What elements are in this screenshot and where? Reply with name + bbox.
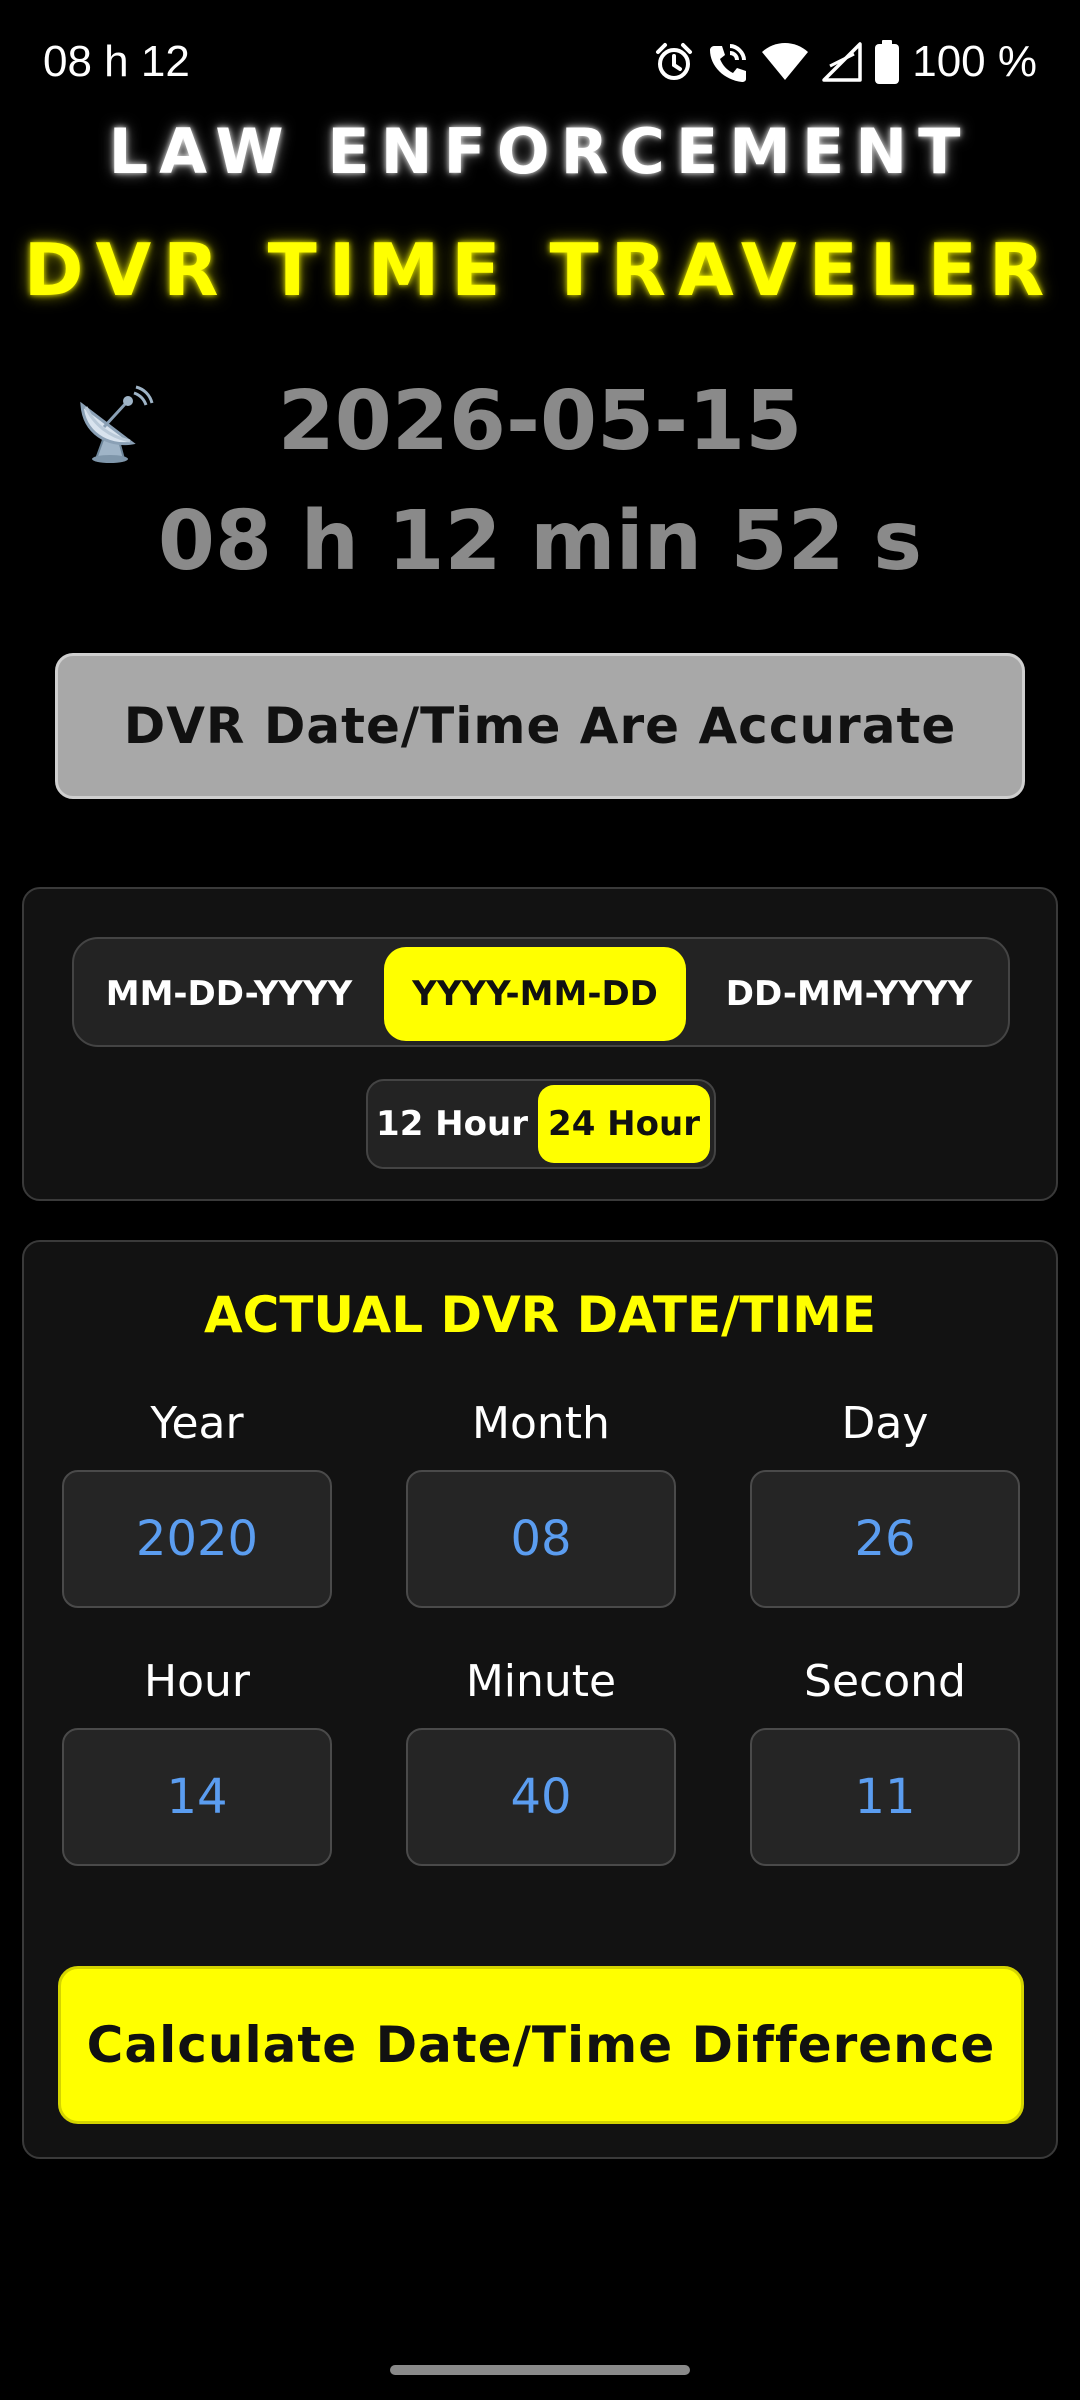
calculate-difference-button[interactable]: Calculate Date/Time Difference bbox=[58, 1966, 1024, 2124]
navigation-handle[interactable] bbox=[390, 2365, 690, 2375]
second-label: Second bbox=[804, 1656, 966, 1707]
header-subtitle: LAW ENFORCEMENT bbox=[108, 115, 972, 188]
status-bar: 08 h 12 100 % bbox=[0, 0, 1080, 125]
date-format-dd-mm-yyyy[interactable]: DD-MM-YYYY bbox=[696, 947, 1002, 1041]
date-format-mm-dd-yyyy[interactable]: MM-DD-YYYY bbox=[84, 947, 374, 1041]
wifi-icon bbox=[760, 40, 810, 84]
battery-percentage: 100 % bbox=[912, 37, 1037, 86]
signal-icon bbox=[820, 40, 864, 84]
dvr-accurate-button[interactable]: DVR Date/Time Are Accurate bbox=[55, 653, 1025, 799]
day-input[interactable]: 26 bbox=[750, 1470, 1020, 1608]
status-time: 08 h 12 bbox=[43, 37, 190, 86]
year-input[interactable]: 2020 bbox=[62, 1470, 332, 1608]
hour-format-toggle: 12 Hour 24 Hour bbox=[366, 1079, 716, 1169]
app-title: DVR TIME TRAVELER bbox=[23, 228, 1057, 312]
date-format-toggle: MM-DD-YYYY YYYY-MM-DD DD-MM-YYYY bbox=[72, 937, 1010, 1047]
hour-format-12[interactable]: 12 Hour bbox=[372, 1085, 532, 1163]
month-label: Month bbox=[472, 1398, 610, 1449]
hour-input[interactable]: 14 bbox=[62, 1728, 332, 1866]
actual-dvr-panel: ACTUAL DVR DATE/TIME Year 2020 Month 08 … bbox=[22, 1240, 1058, 2159]
hour-label: Hour bbox=[144, 1656, 250, 1707]
second-input[interactable]: 11 bbox=[750, 1728, 1020, 1866]
minute-input[interactable]: 40 bbox=[406, 1728, 676, 1866]
status-icons: 100 % bbox=[652, 34, 1037, 90]
hour-format-24[interactable]: 24 Hour bbox=[538, 1085, 710, 1163]
alarm-icon bbox=[652, 40, 696, 84]
month-input[interactable]: 08 bbox=[406, 1470, 676, 1608]
date-format-yyyy-mm-dd[interactable]: YYYY-MM-DD bbox=[384, 947, 686, 1041]
day-label: Day bbox=[841, 1398, 929, 1449]
battery-icon bbox=[874, 39, 900, 85]
wifi-calling-icon bbox=[706, 40, 750, 84]
current-date: 2026-05-15 bbox=[277, 374, 803, 469]
current-time: 08 h 12 min 52 s bbox=[157, 494, 923, 589]
format-panel: MM-DD-YYYY YYYY-MM-DD DD-MM-YYYY 12 Hour… bbox=[22, 887, 1058, 1201]
minute-label: Minute bbox=[465, 1656, 617, 1707]
year-label: Year bbox=[150, 1398, 244, 1449]
actual-dvr-title: ACTUAL DVR DATE/TIME bbox=[203, 1286, 877, 1344]
